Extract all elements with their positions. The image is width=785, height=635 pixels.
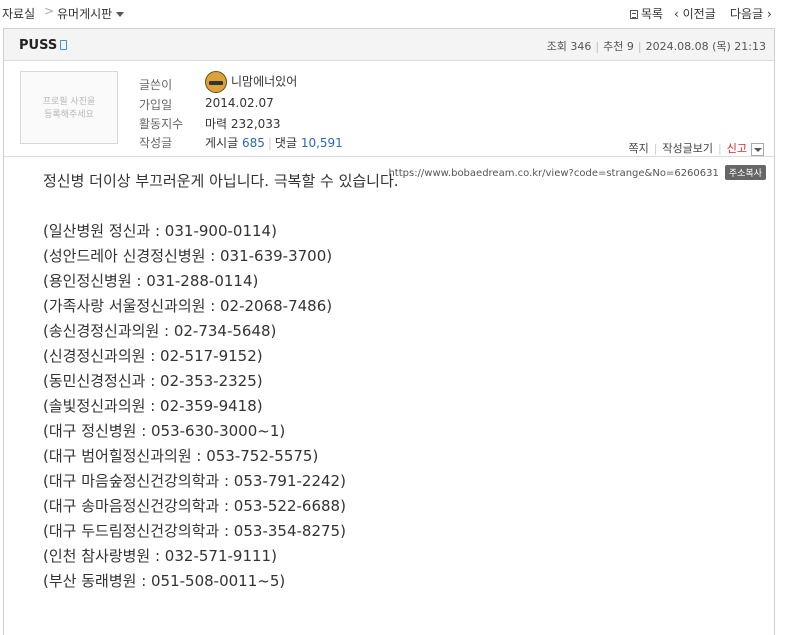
writer-name: 니맘에너있어 <box>231 74 298 89</box>
posts-text: 게시글 <box>205 136 239 150</box>
body-line: (용인정신병원 : 031-288-0114) <box>43 272 259 290</box>
joined-label: 가입일 <box>139 98 173 112</box>
body-line: (대구 두드림정신건강의학과 : 053-354-8275) <box>43 522 346 540</box>
body-line <box>43 194 399 219</box>
comments-text: 댓글 <box>274 136 297 150</box>
joined-date: 2014.02.07 <box>205 96 274 110</box>
recommend-count: 9 <box>626 40 634 53</box>
body-line: (솔빛정신과의원 : 02-359-9418) <box>43 397 263 415</box>
next-post-link[interactable]: 다음글 › <box>730 5 772 22</box>
body-line: (대구 정신병원 : 053-630-3000~1) <box>43 422 286 440</box>
post-title-bar: PUSS 조회 346 | 추천 9 | 2024.08.08 (목) 21:13 <box>4 29 774 61</box>
breadcrumb-section[interactable]: 자료실 <box>2 5 35 22</box>
posts-count[interactable]: 685 <box>242 136 265 150</box>
body-line: (대구 마음숲정신건강의학과 : 053-791-2242) <box>43 472 346 490</box>
breadcrumb-board[interactable]: 유머게시판 <box>57 5 125 22</box>
message-button[interactable]: 쪽지 <box>628 142 648 155</box>
body-line: (부산 동래병원 : 051-508-0011~5) <box>43 572 286 590</box>
views-label: 조회 <box>546 40 567 53</box>
activity-label: 활동지수 <box>139 117 184 131</box>
posts-stats: 게시글 685 | 댓글 10,591 <box>205 136 343 150</box>
post-title-text: PUSS <box>19 38 58 53</box>
body-line: (대구 범어힐정신과의원 : 053-752-5575) <box>43 447 319 465</box>
prev-label: 이전글 <box>682 7 716 21</box>
mobile-phone-icon <box>60 40 68 50</box>
copy-url-button[interactable]: 주소복사 <box>724 165 766 180</box>
top-navigation: 자료실 > 유머게시판 목록 ‹ 이전글 다음글 › <box>0 0 785 26</box>
breadcrumb-separator: > <box>44 4 55 18</box>
posts-label: 작성글 <box>139 136 173 150</box>
author-actions: 쪽지 | 작성글보기 | 신고 <box>628 140 764 156</box>
chevron-down-icon <box>116 12 125 17</box>
body-line: (송신경정신과의원 : 02-734-5648) <box>43 322 277 340</box>
avatar <box>205 71 227 93</box>
report-button[interactable]: 신고 <box>727 142 747 155</box>
body-line: 정신병 더이상 부끄러운게 아닙니다. 극복할 수 있습니다. <box>43 172 399 190</box>
post-date: 2024.08.08 (목) 21:13 <box>645 40 766 53</box>
body-line: (동민신경정신과 : 02-353-2325) <box>43 372 263 390</box>
chevron-left-icon: ‹ <box>674 7 683 21</box>
chevron-right-icon: › <box>763 7 772 21</box>
next-label: 다음글 <box>730 7 764 21</box>
writer[interactable]: 니맘에너있어 <box>205 71 297 93</box>
body-line: (일산병원 정신과 : 031-900-0114) <box>43 222 277 240</box>
body-line: (인천 참사랑병원 : 032-571-9111) <box>43 547 277 565</box>
list-icon <box>630 10 638 19</box>
views-count: 346 <box>570 40 592 53</box>
author-info: 프로필 사진을 등록해주세요 글쓴이 니맘에너있어 가입일 2014.02.07… <box>4 61 774 157</box>
post-url-line: https://www.bobaedream.co.kr/view?code=s… <box>388 165 766 180</box>
body-line: (대구 송마음정신건강의학과 : 053-522-6688) <box>43 497 346 515</box>
breadcrumb-board-label: 유머게시판 <box>57 7 113 21</box>
activity-number: 232,033 <box>230 117 281 131</box>
profile-placeholder-line: 등록해주세요 <box>44 110 94 120</box>
view-posts-button[interactable]: 작성글보기 <box>662 142 713 155</box>
body-line: (가족사랑 서울정신과의원 : 02-2068-7486) <box>43 297 333 315</box>
activity-text: 마력 <box>205 117 228 131</box>
writer-label: 글쓴이 <box>139 78 173 92</box>
recommend-label: 추천 <box>603 40 624 53</box>
profile-placeholder: 프로필 사진을 등록해주세요 <box>20 71 118 144</box>
activity-value: 마력 232,033 <box>205 115 281 132</box>
list-label: 목록 <box>641 7 664 21</box>
body-line: (성안드레아 신경정신병원 : 031-639-3700) <box>43 247 333 265</box>
post-meta: 조회 346 | 추천 9 | 2024.08.08 (목) 21:13 <box>546 40 766 53</box>
body-line: (신경정신과의원 : 02-517-9152) <box>43 347 263 365</box>
post-title: PUSS <box>19 38 68 53</box>
post-url: https://www.bobaedream.co.kr/view?code=s… <box>388 168 719 179</box>
comments-count[interactable]: 10,591 <box>301 136 343 150</box>
post-body: 정신병 더이상 부끄러운게 아닙니다. 극복할 수 있습니다. (일산병원 정신… <box>43 169 399 594</box>
list-button[interactable]: 목록 <box>630 5 663 22</box>
dropdown-toggle-icon[interactable] <box>751 142 764 156</box>
profile-placeholder-line: 프로필 사진을 <box>42 97 96 107</box>
prev-post-link[interactable]: ‹ 이전글 <box>674 5 716 22</box>
